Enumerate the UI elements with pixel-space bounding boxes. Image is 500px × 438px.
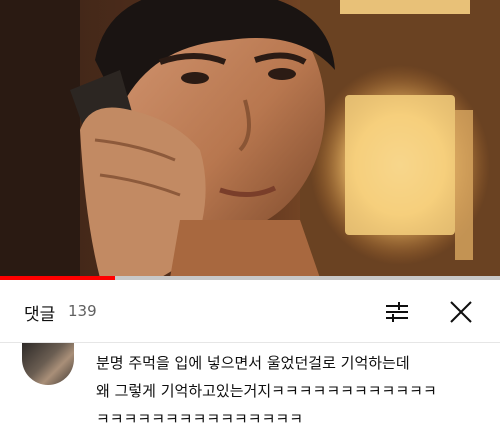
comment-line: 왜 그렇게 기억하고있는거지ㅋㅋㅋㅋㅋㅋㅋㅋㅋㅋㅋㅋ bbox=[96, 382, 437, 400]
comments-header: 댓글 139 bbox=[0, 280, 500, 343]
comments-title: 댓글 bbox=[24, 305, 56, 325]
comment-line: 분명 주먹을 입에 넣으면서 울었던걸로 기억하는데 bbox=[96, 354, 410, 372]
comment-item: 분명 주먹을 입에 넣으면서 울었던걸로 기억하는데 왜 그렇게 기억하고있는거… bbox=[0, 343, 500, 438]
sort-filter-icon[interactable] bbox=[383, 298, 411, 326]
comment-line: ㅋㅋㅋㅋㅋㅋㅋㅋㅋㅋㅋㅋㅋㅋㅋ bbox=[96, 410, 304, 428]
avatar[interactable] bbox=[22, 343, 74, 385]
video-player[interactable] bbox=[0, 0, 500, 278]
video-frame bbox=[0, 0, 500, 278]
comment-text: 분명 주먹을 입에 넣으면서 울었던걸로 기억하는데 왜 그렇게 기억하고있는거… bbox=[96, 349, 496, 433]
close-icon[interactable] bbox=[447, 298, 475, 326]
comments-count: 139 bbox=[68, 302, 97, 320]
